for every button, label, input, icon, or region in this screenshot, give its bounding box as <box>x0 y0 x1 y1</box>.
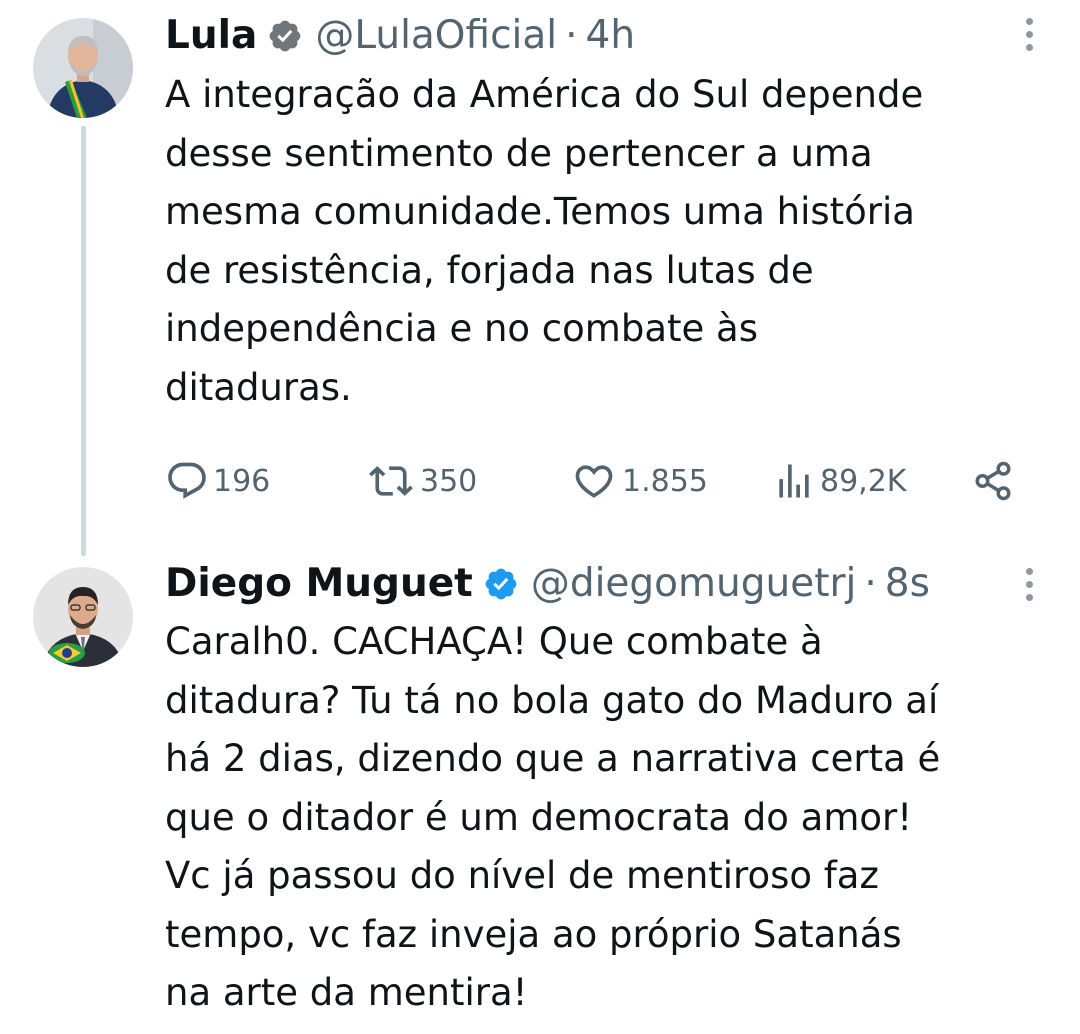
views-button[interactable]: 89,2K <box>772 455 906 507</box>
heart-icon <box>575 465 613 498</box>
avatar[interactable] <box>33 567 133 667</box>
display-name[interactable]: Diego Muguet <box>165 561 473 607</box>
user-handle[interactable]: @diegomuguetrj <box>531 561 857 607</box>
reply-count: 196 <box>213 463 271 499</box>
verified-badge-icon <box>267 18 303 54</box>
verified-badge-icon <box>483 566 519 602</box>
view-count: 89,2K <box>820 463 907 499</box>
separator-dot: · <box>864 561 877 606</box>
user-handle[interactable]: @LulaOficial <box>315 13 557 59</box>
views-icon <box>779 464 809 498</box>
timestamp[interactable]: 4h <box>586 13 636 59</box>
reply-icon <box>168 462 206 499</box>
more-options-icon[interactable] <box>1024 18 1034 51</box>
share-icon <box>975 461 1011 501</box>
like-count: 1.855 <box>622 463 708 499</box>
more-options-icon[interactable] <box>1024 568 1034 601</box>
tweet-actions: 196 350 1.855 89,2K <box>0 455 1080 507</box>
reply-button[interactable]: 196 <box>165 455 270 507</box>
tweet-header: Diego Muguet @diegomuguetrj · 8s <box>165 561 930 607</box>
tweet-header: Lula @LulaOficial · 4h <box>165 13 635 59</box>
timestamp[interactable]: 8s <box>885 561 930 607</box>
like-button[interactable]: 1.855 <box>570 455 708 507</box>
avatar[interactable] <box>33 18 133 118</box>
repost-count: 350 <box>420 463 478 499</box>
tweet-text: Caralh0. CACHAÇA! Que combate à ditadura… <box>165 620 941 1014</box>
display-name[interactable]: Lula <box>165 13 257 59</box>
repost-button[interactable]: 350 <box>366 455 477 507</box>
repost-icon <box>369 466 413 496</box>
separator-dot: · <box>565 13 578 58</box>
share-button[interactable] <box>972 455 1014 507</box>
tweet-text: A integração da América do Sul depende d… <box>165 73 924 409</box>
